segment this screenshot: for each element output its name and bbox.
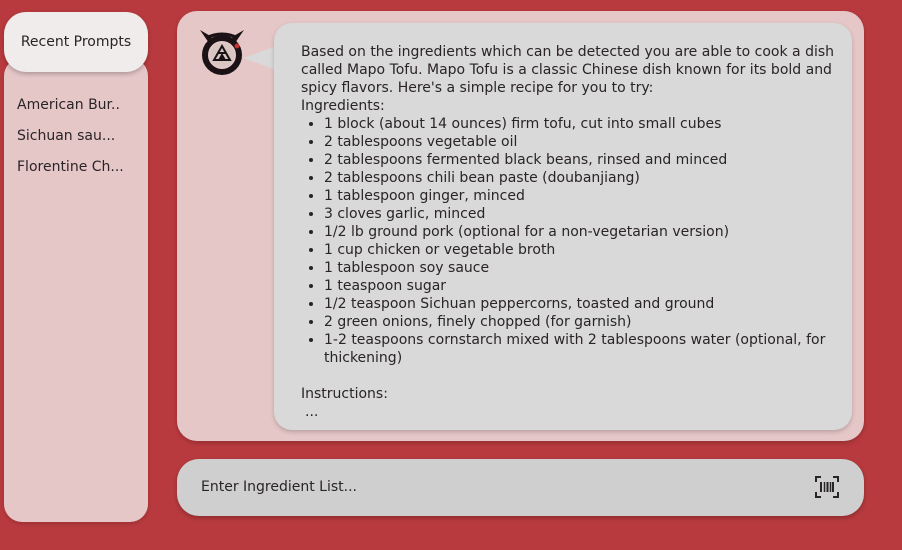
ingredient-item: 2 tablespoons vegetable oil xyxy=(324,133,851,151)
ingredient-input[interactable] xyxy=(201,475,801,499)
ingredient-item: 1/2 teaspoon Sichuan peppercorns, toaste… xyxy=(324,295,851,313)
instructions-ellipsis: ... xyxy=(305,404,319,420)
instructions-heading: Instructions: xyxy=(301,386,388,402)
ingredient-item: 1/2 lb ground pork (optional for a non-v… xyxy=(324,223,851,241)
sidebar-item-sichuan-sauce[interactable]: Sichuan sau... xyxy=(17,127,141,158)
ingredient-item: 2 tablespoons fermented black beans, rin… xyxy=(324,151,851,169)
ingredients-list: 1 block (about 14 ounces) firm tofu, cut… xyxy=(301,115,851,367)
ingredient-item: 2 green onions, finely chopped (for garn… xyxy=(324,313,851,331)
ingredient-item: 1 block (about 14 ounces) firm tofu, cut… xyxy=(324,115,851,133)
ingredient-item: 3 cloves garlic, minced xyxy=(324,205,851,223)
recent-prompts-header: Recent Prompts xyxy=(4,12,148,72)
ingredient-item: 1 cup chicken or vegetable broth xyxy=(324,241,851,259)
assistant-message-content: Based on the ingredients which can be de… xyxy=(301,43,851,421)
ingredients-heading: Ingredients: xyxy=(301,98,385,114)
ingredient-item: 1 tablespoon ginger, minced xyxy=(324,187,851,205)
ouroboros-emblem-icon xyxy=(196,26,248,78)
sidebar-item-american-burger[interactable]: American Bur.. xyxy=(17,96,141,127)
ingredient-input-bar xyxy=(177,459,864,516)
sidebar-item-florentine[interactable]: Florentine Ch... xyxy=(17,158,141,189)
recipe-intro: Based on the ingredients which can be de… xyxy=(301,44,835,96)
ingredient-item: 1 tablespoon soy sauce xyxy=(324,259,851,277)
barcode-scan-icon[interactable] xyxy=(815,476,839,498)
chat-bubble-tail xyxy=(244,46,276,70)
recent-prompts-list: American Bur.. Sichuan sau... Florentine… xyxy=(17,96,141,189)
ingredient-item: 2 tablespoons chili bean paste (doubanji… xyxy=(324,169,851,187)
ingredient-item: 1-2 teaspoons cornstarch mixed with 2 ta… xyxy=(324,331,851,367)
ingredient-item: 1 teaspoon sugar xyxy=(324,277,851,295)
recent-prompts-label: Recent Prompts xyxy=(20,34,132,50)
